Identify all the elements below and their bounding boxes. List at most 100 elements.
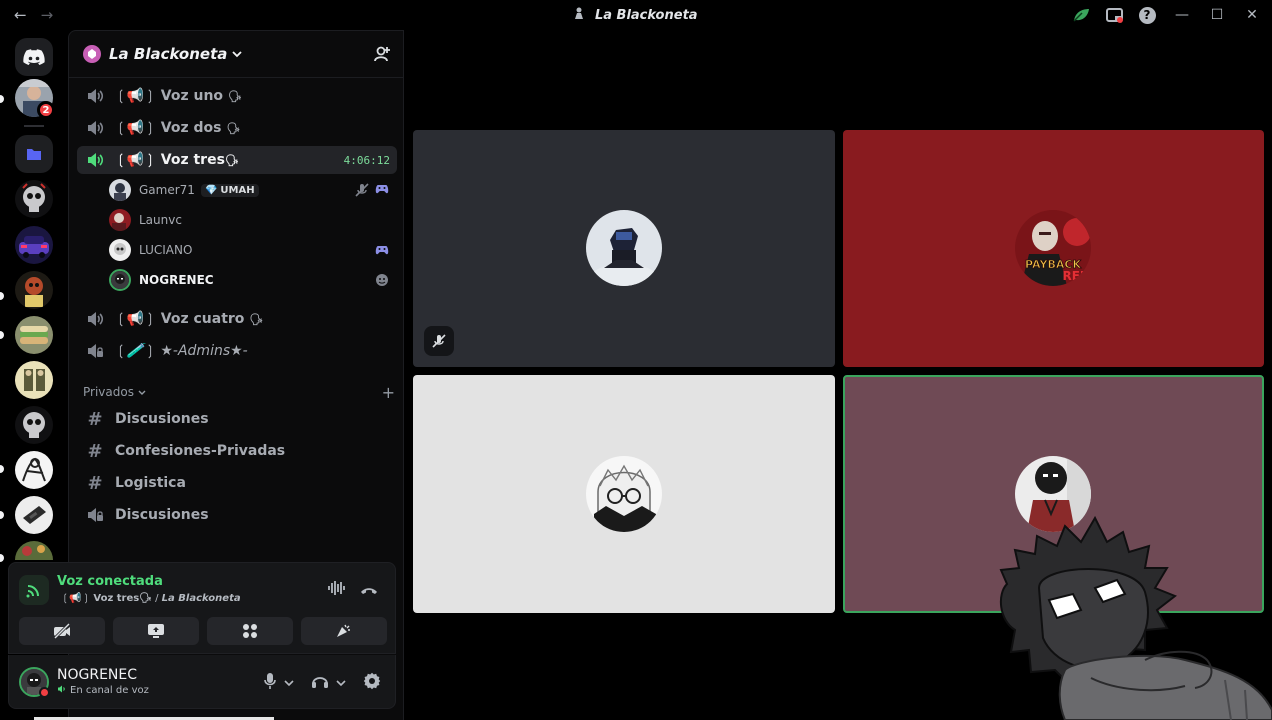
username: LUCIANO [139,243,193,257]
video-tile-gamer71[interactable] [413,130,835,367]
speaker-icon [57,685,66,696]
svg-text:REL: REL [1062,269,1087,283]
server-boost-icon [83,45,101,63]
direct-messages-button[interactable] [15,38,53,76]
server-icon-skull[interactable] [15,180,53,218]
channel-emoji: 🗣 [249,313,264,326]
channel-emoji: 🗣 [227,90,242,103]
voice-actions [19,617,387,645]
camera-button[interactable] [19,617,105,645]
voice-channel-voz-cuatro[interactable]: ❲📢❳ Voz cuatro 🗣 [77,305,397,333]
server-icon-dark-art[interactable] [15,271,53,309]
participant-avatar [586,210,662,286]
server-icon-bag[interactable] [15,496,53,534]
channel-name: Voz dos [160,120,222,136]
voice-channel-voz-uno[interactable]: ❲📢❳ Voz uno 🗣 [77,82,397,110]
inbox-icon[interactable] [1104,5,1124,25]
server-icon-partial[interactable] [15,541,53,560]
invite-people-icon[interactable] [373,45,391,67]
add-channel-icon[interactable]: + [382,383,395,402]
voice-user-launvc[interactable]: Launvc [109,207,397,233]
channel-prefix: ❲📢❳ [115,88,156,104]
category-privados[interactable]: Privados + [83,383,395,402]
text-channel-confesiones[interactable]: # Confesiones-Privadas [77,437,397,465]
category-label: Privados [83,385,134,399]
user-controls [263,672,381,693]
hashtag-icon: # [87,440,103,462]
dm-badge: 2 [37,101,55,119]
guild-tag: 💎 UMAH [200,183,259,197]
channel-name: Voz cuatro [160,311,245,327]
channel-name: Confesiones-Privadas [115,443,286,459]
activities-button[interactable] [207,617,293,645]
server-icon-sketch[interactable] [15,451,53,489]
username: Gamer71 [139,183,195,197]
settings-gear-icon[interactable] [363,672,381,693]
gem-icon: 💎 [204,184,218,196]
voice-connection-panel: Voz conectada ❲📢❳ Voz tres🗣 / La Blackon… [8,562,396,654]
speaker-icon [84,120,106,136]
activities-icon [243,624,257,638]
username: NOGRENEC [139,273,214,287]
nitro-leaf-icon[interactable] [1071,5,1091,25]
voice-channel-admins[interactable]: ❲🧪❳ ★-Admins★- [77,337,397,365]
voice-channel-voz-tres[interactable]: ❲📢❳ Voz tres🗣 4:06:12 [77,146,397,174]
help-icon[interactable]: ? [1137,5,1157,25]
server-header[interactable]: La Blackoneta [69,31,403,78]
audio-options-chevron-icon[interactable] [336,676,346,690]
voice-channel-voz-dos[interactable]: ❲📢❳ Voz dos 🗣 [77,114,397,142]
unread-pill [0,95,4,103]
video-tile-launvc[interactable]: PAYBACK REL [843,130,1264,367]
server-icon-sandwich[interactable] [15,316,53,354]
server-rail: 2 [0,30,68,562]
locked-speaker-icon [84,343,106,359]
chevron-down-icon [232,48,243,61]
tile-muted-indicator [424,326,454,356]
server-folder-button[interactable] [15,135,53,173]
activity-controller-icon [375,246,389,255]
screen-share-button[interactable] [113,617,199,645]
noise-suppression-icon[interactable] [327,580,345,600]
channel-name: Discusiones [115,507,209,523]
soundboard-icon [337,624,350,637]
server-icon-figures[interactable] [15,361,53,399]
voice-user-gamer71[interactable]: Gamer71 💎 UMAH [109,177,397,203]
connection-signal-icon[interactable] [19,575,49,605]
headphones-icon[interactable] [311,673,329,692]
titlebar-actions: ? — ☐ ✕ [1058,5,1262,25]
hashtag-icon: # [87,408,103,430]
channel-prefix: ❲🧪❳ [115,343,156,359]
voice-status[interactable]: Voz conectada [57,574,163,589]
microphone-icon[interactable] [263,672,277,693]
maximize-button[interactable]: ☐ [1207,7,1227,23]
unread-pill [0,292,4,300]
user-name[interactable]: NOGRENEC [57,667,137,683]
video-tile-luciano[interactable] [413,375,835,613]
voice-stage: PAYBACK REL [405,30,1272,720]
server-icon-skull-2[interactable] [15,406,53,444]
minimize-button[interactable]: — [1172,7,1192,23]
close-button[interactable]: ✕ [1242,7,1262,23]
discord-logo-icon [23,48,45,65]
participant-avatar [586,456,662,532]
voice-channel-discusiones[interactable]: Discusiones [77,501,397,529]
soundboard-button[interactable] [301,617,387,645]
channel-name: ★-Admins★- [160,343,248,359]
hashtag-icon: # [87,472,103,494]
title-bar: ← → La Blackoneta ? — ☐ ✕ [0,0,1272,30]
text-channel-discusiones[interactable]: # Discusiones [77,405,397,433]
unread-pill [0,554,4,562]
server-icon-purple-car[interactable] [15,226,53,264]
voice-user-nogrenec[interactable]: NOGRENEC [109,267,397,293]
channel-name: Logistica [115,475,186,491]
speaker-icon [84,88,106,104]
unread-pill [0,331,4,339]
avatar-speaking [109,269,131,291]
disconnect-icon[interactable] [360,581,378,600]
voice-user-luciano[interactable]: LUCIANO [109,237,397,263]
voice-location[interactable]: ❲📢❳ Voz tres🗣 / La Blackoneta [61,593,241,604]
user-status: En canal de voz [57,685,149,696]
mic-options-chevron-icon[interactable] [284,676,294,690]
server-name: La Blackoneta [109,45,228,63]
text-channel-logistica[interactable]: # Logistica [77,469,397,497]
